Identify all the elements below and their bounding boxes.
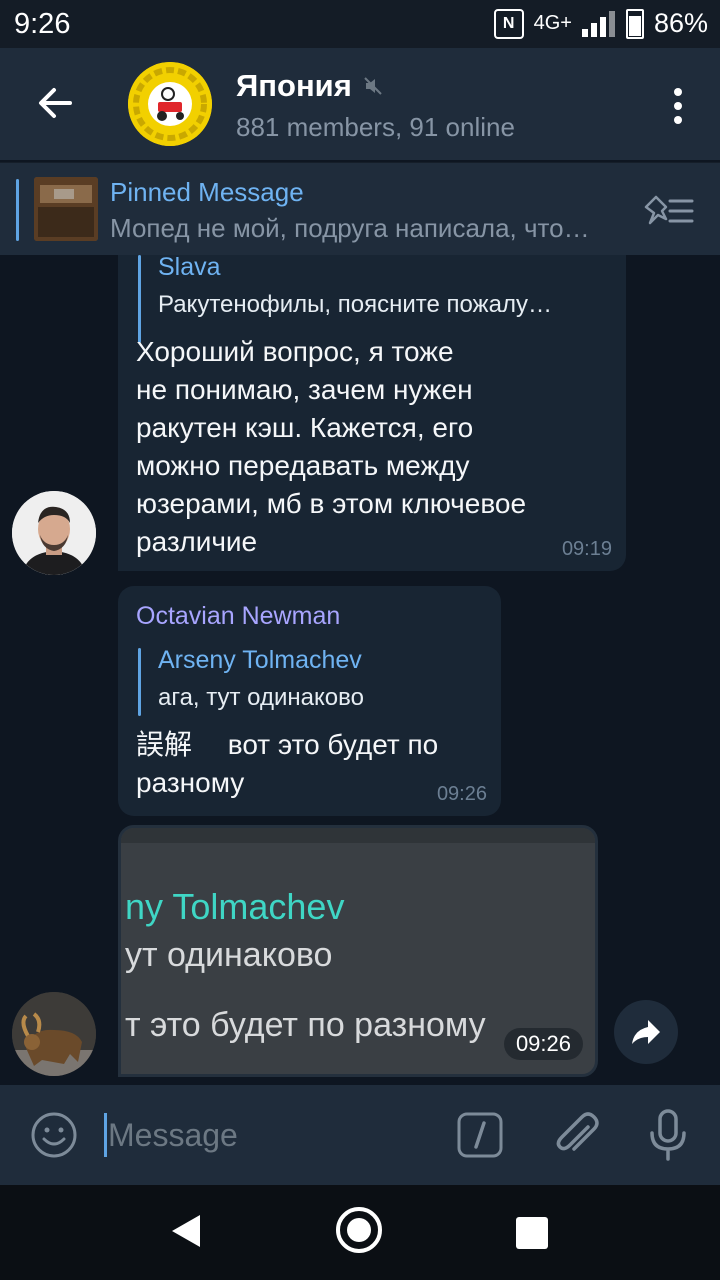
sender-name[interactable]: Octavian Newman <box>136 602 340 631</box>
emoji-button[interactable] <box>30 1111 78 1159</box>
pinned-list-button[interactable] <box>642 191 696 231</box>
attach-button[interactable] <box>552 1109 602 1161</box>
system-home-button[interactable] <box>336 1207 382 1253</box>
pinned-thumbnail <box>34 177 98 241</box>
message-bubble[interactable]: Octavian Newman Arseny Tolmachev ага, ту… <box>118 586 501 816</box>
muted-icon <box>364 77 382 95</box>
arrow-left-icon <box>39 88 72 118</box>
image-text-line: ут одинаково <box>125 936 333 974</box>
message-text: Хороший вопрос, я тоже не понимаю, зачем… <box>136 333 616 561</box>
pinned-indicator <box>16 179 19 241</box>
chat-title-text: Япония <box>236 68 352 103</box>
voice-record-button[interactable] <box>646 1107 690 1163</box>
message-line: Хороший вопрос, я тоже <box>136 336 454 367</box>
pin-list-icon <box>644 195 694 225</box>
battery-icon <box>625 8 644 39</box>
share-button[interactable] <box>614 1000 678 1064</box>
message-time: 09:26 <box>503 1028 583 1060</box>
status-icons: N 4G+ 86% <box>493 8 708 39</box>
message-time: 09:19 <box>561 538 612 560</box>
slash-command-icon <box>457 1112 503 1158</box>
more-options-button[interactable] <box>672 86 684 126</box>
message-line: можно передавать между <box>136 450 470 481</box>
pinned-title: Pinned Message <box>110 177 304 207</box>
pinned-message-bar[interactable]: Pinned Message Мопед не мой, подруга нап… <box>0 162 720 255</box>
person-avatar-icon <box>12 491 96 575</box>
signal-icon <box>581 10 616 37</box>
pinned-text: Мопед не мой, подруга написала, что… <box>110 213 590 243</box>
system-back-button[interactable] <box>168 1213 202 1253</box>
image-top-strip <box>121 828 595 843</box>
message-input-bar: Message <box>0 1085 720 1185</box>
message-line: различие <box>136 526 258 557</box>
smiley-icon <box>31 1112 77 1158</box>
message-line: юзерами, мб в этом ключевое <box>136 488 527 519</box>
bull-avatar-icon <box>12 992 96 1076</box>
chat-header: Япония 881 members, 91 online <box>0 48 720 160</box>
message-time: 09:26 <box>436 783 487 805</box>
reply-preview[interactable]: ага, тут одинаково <box>158 684 478 712</box>
image-message[interactable]: ny Tolmachev ут одинаково т это будет по… <box>118 825 598 1077</box>
text-cursor <box>104 1113 107 1157</box>
image-text-name: ny Tolmachev <box>125 886 345 927</box>
pinned-photo-icon <box>34 177 98 241</box>
message-bubble[interactable]: Slava Ракутенофилы, поясните пожалу… Хор… <box>118 255 626 571</box>
chat-title[interactable]: Япония <box>236 68 384 104</box>
back-button[interactable] <box>30 78 80 128</box>
microphone-icon <box>650 1109 686 1161</box>
reply-preview[interactable]: Ракутенофилы, поясните пожалу… <box>158 291 608 319</box>
system-recents-button[interactable] <box>516 1217 548 1249</box>
network-type: 4G+ <box>533 12 572 34</box>
system-navigation-bar <box>0 1185 720 1280</box>
bot-commands-button[interactable] <box>456 1111 504 1159</box>
reply-indicator <box>138 648 141 716</box>
reply-indicator <box>138 255 141 343</box>
kebab-menu-icon <box>674 88 682 124</box>
message-input[interactable]: Message <box>108 1117 238 1154</box>
status-bar: 9:26 N 4G+ 86% <box>0 0 720 48</box>
message-line: 誤解 вот это будет по <box>136 729 439 760</box>
reply-author[interactable]: Slava <box>158 255 221 282</box>
triangle-back-icon <box>172 1215 200 1247</box>
message-line: ракутен кэш. Кажется, его <box>136 412 474 443</box>
message-list[interactable]: Slava Ракутенофилы, поясните пожалу… Хор… <box>0 255 720 1085</box>
sender-avatar[interactable] <box>12 491 96 575</box>
group-avatar[interactable] <box>128 62 212 146</box>
status-time: 9:26 <box>14 8 71 40</box>
reply-author[interactable]: Arseny Tolmachev <box>158 646 362 675</box>
sender-avatar[interactable] <box>12 992 96 1076</box>
chat-subtitle: 881 members, 91 online <box>236 112 515 142</box>
paperclip-icon <box>556 1112 599 1151</box>
group-logo-icon <box>128 62 212 146</box>
forward-icon <box>632 1020 660 1044</box>
message-line: не понимаю, зачем нужен <box>136 374 473 405</box>
nfc-icon: N <box>493 8 524 39</box>
battery-level: 86% <box>653 8 708 38</box>
image-text-line: т это будет по разному <box>125 1006 486 1044</box>
